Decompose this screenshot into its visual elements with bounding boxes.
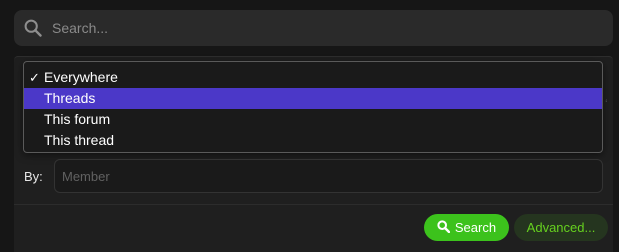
member-input[interactable]: [54, 159, 603, 193]
scope-option-label: This thread: [44, 132, 115, 148]
search-bar[interactable]: [14, 10, 613, 46]
search-button[interactable]: Search: [424, 214, 509, 241]
advanced-search-button[interactable]: Advanced...: [514, 214, 608, 241]
scope-option-threads[interactable]: Threads: [24, 88, 602, 109]
by-member-row: By:: [14, 159, 613, 193]
background-edge-mark: ʻ: [605, 97, 608, 111]
scope-option-everywhere[interactable]: ✓ Everywhere: [24, 67, 602, 88]
checkmark-icon: ✓: [29, 70, 40, 85]
scope-option-label: Threads: [44, 90, 96, 106]
by-label: By:: [24, 168, 43, 184]
scope-option-label: This forum: [44, 111, 111, 127]
scope-option-this-forum[interactable]: This forum: [24, 109, 602, 130]
search-options-panel: ʻ ✓ Everywhere Threads This forum This t…: [14, 56, 613, 252]
search-input[interactable]: [50, 19, 594, 37]
search-scope-dropdown[interactable]: ✓ Everywhere Threads This forum This thr…: [23, 61, 603, 153]
scope-option-label: Everywhere: [44, 69, 118, 85]
scope-option-this-thread[interactable]: This thread: [24, 130, 602, 151]
divider: [14, 204, 613, 205]
search-button-label: Search: [454, 220, 497, 235]
search-icon: [437, 219, 451, 236]
search-icon: [24, 19, 42, 37]
advanced-button-label: Advanced...: [526, 220, 596, 235]
